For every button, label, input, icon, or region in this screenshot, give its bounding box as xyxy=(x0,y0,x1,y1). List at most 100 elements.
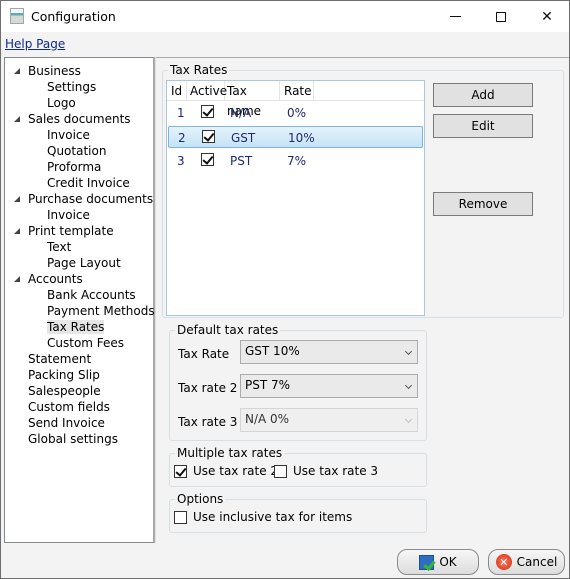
tree-item-label: Salespeople xyxy=(28,384,101,398)
tree-item[interactable]: Print template xyxy=(14,223,114,239)
tree-item-label: Statement xyxy=(28,352,92,366)
inclusive-tax-label[interactable]: Use inclusive tax for items xyxy=(193,509,352,525)
settings-tree: Business Settings Logo Sales documents Invoi… xyxy=(4,57,155,543)
row-tax-name: N/A xyxy=(230,106,252,120)
cancel-x-icon: ✕ xyxy=(495,554,512,570)
use-tax-rate-2-label[interactable]: Use tax rate 2 xyxy=(193,463,278,479)
row-active-checkbox[interactable] xyxy=(201,153,214,166)
use-tax-rate-3-label[interactable]: Use tax rate 3 xyxy=(293,463,378,479)
tree-item[interactable]: Custom fields xyxy=(28,399,110,415)
tax-rates-list[interactable]: Id Active Tax name Rate 1 N/A 0% 2 GST 10% 3 PS… xyxy=(166,80,425,316)
column-header-id[interactable]: Id xyxy=(167,81,187,101)
tree-item[interactable]: Accounts xyxy=(14,271,83,287)
minimize-button[interactable] xyxy=(432,1,478,32)
row-id: 3 xyxy=(177,154,185,168)
expand-triangle-icon[interactable] xyxy=(14,196,20,202)
table-row[interactable]: 3 PST 7% xyxy=(168,150,423,172)
tax-rate-3-value: N/A 0% xyxy=(245,412,290,426)
ok-button[interactable]: OK xyxy=(397,549,479,575)
use-tax-rate-3-checkbox[interactable] xyxy=(274,465,287,478)
add-button[interactable]: Add xyxy=(433,83,533,107)
tax-rate-value: GST 10% xyxy=(245,344,300,358)
expand-triangle-icon[interactable] xyxy=(14,68,20,74)
tree-item[interactable]: Packing Slip xyxy=(28,367,100,383)
tree-item[interactable]: Invoice xyxy=(47,207,90,223)
tree-item[interactable]: Tax Rates xyxy=(47,319,105,335)
tree-item[interactable]: Invoice xyxy=(47,127,90,143)
inclusive-tax-checkbox[interactable] xyxy=(174,511,187,524)
tree-item-label: Print template xyxy=(28,224,114,238)
tree-item[interactable]: Settings xyxy=(47,79,96,95)
tree-item-label: Business xyxy=(28,64,81,78)
tree-item-label: Custom fields xyxy=(28,400,110,414)
tax-rate-2-value: PST 7% xyxy=(245,378,291,392)
use-tax-rate-2-checkbox[interactable] xyxy=(174,465,187,478)
tree-item-label: Credit Invoice xyxy=(47,176,130,190)
tree-item[interactable]: Proforma xyxy=(47,159,101,175)
minimize-icon xyxy=(449,16,461,17)
row-id: 2 xyxy=(178,131,186,145)
expand-triangle-icon[interactable] xyxy=(14,228,20,234)
tree-item[interactable]: Bank Accounts xyxy=(47,287,136,303)
tree-item-label: Payment Methods xyxy=(47,304,155,318)
tree-item[interactable]: Credit Invoice xyxy=(47,175,130,191)
document-icon xyxy=(10,8,24,24)
tree-item-label: Accounts xyxy=(28,272,83,286)
tree-item[interactable]: Purchase documents xyxy=(14,191,154,207)
tax-rate-2-label: Tax rate 2 xyxy=(178,381,238,395)
tree-item-label: Send Invoice xyxy=(28,416,105,430)
options-title: Options xyxy=(175,492,226,506)
tree-item[interactable]: Send Invoice xyxy=(28,415,105,431)
help-page-link[interactable]: Help Page xyxy=(5,37,65,51)
column-header-tax-name[interactable]: Tax name xyxy=(225,81,280,118)
column-header-active[interactable]: Active xyxy=(187,81,227,101)
tax-rate-2-select[interactable]: PST 7% xyxy=(240,374,418,398)
tree-item[interactable]: Salespeople xyxy=(28,383,101,399)
tree-item-label: Settings xyxy=(47,80,97,94)
cancel-button[interactable]: ✕ Cancel xyxy=(488,549,565,575)
chevron-down-icon xyxy=(404,415,413,424)
row-active-checkbox[interactable] xyxy=(201,105,214,118)
tree-item-label: Bank Accounts xyxy=(47,288,136,302)
save-check-icon xyxy=(419,554,435,570)
close-button[interactable]: ✕ xyxy=(524,1,570,32)
title-bar: Configuration ✕ xyxy=(1,1,569,32)
tree-item-label: Tax Rates xyxy=(47,320,105,334)
tree-item-label: Packing Slip xyxy=(28,368,100,382)
maximize-button[interactable] xyxy=(478,1,524,32)
tree-item[interactable]: Quotation xyxy=(47,143,106,159)
tax-rate-select[interactable]: GST 10% xyxy=(240,340,418,364)
expand-triangle-icon[interactable] xyxy=(14,116,20,122)
multiple-tax-rates-title: Multiple tax rates xyxy=(175,446,285,460)
edit-button[interactable]: Edit xyxy=(433,114,533,138)
tree-item-label: Quotation xyxy=(47,144,107,158)
ok-label: OK xyxy=(439,555,457,569)
list-header: Id Active Tax name Rate xyxy=(167,81,424,118)
tree-item-label: Custom Fees xyxy=(47,336,125,350)
tree-item-label: Page Layout xyxy=(47,256,121,270)
window-title: Configuration xyxy=(31,9,116,24)
table-row[interactable]: 2 GST 10% xyxy=(168,126,423,148)
column-header-rate[interactable]: Rate xyxy=(280,81,314,101)
tax-rates-panel: Tax Rates Id Active Tax name Rate 1 N/A 0%… xyxy=(156,57,569,543)
chevron-down-icon xyxy=(404,381,413,390)
remove-button[interactable]: Remove xyxy=(433,192,533,216)
tree-item[interactable]: Global settings xyxy=(28,431,118,447)
tree-item-label: Text xyxy=(47,240,72,254)
tree-item[interactable]: Custom Fees xyxy=(47,335,124,351)
row-active-checkbox[interactable] xyxy=(202,130,215,143)
tree-item-label: Sales documents xyxy=(28,112,131,126)
tree-item[interactable]: Sales documents xyxy=(14,111,131,127)
expand-triangle-icon[interactable] xyxy=(14,276,20,282)
tree-item[interactable]: Business xyxy=(14,63,81,79)
tree-item[interactable]: Text xyxy=(47,239,71,255)
tree-item[interactable]: Logo xyxy=(47,95,76,111)
tax-rate-3-label: Tax rate 3 xyxy=(178,415,238,429)
tree-item-label: Invoice xyxy=(47,208,90,222)
table-row[interactable]: 1 N/A 0% xyxy=(168,102,423,124)
tree-item[interactable]: Page Layout xyxy=(47,255,121,271)
tree-item[interactable]: Payment Methods xyxy=(47,303,155,319)
tree-item[interactable]: Statement xyxy=(28,351,91,367)
tree-item-label: Purchase documents xyxy=(28,192,154,206)
tax-rates-group-title: Tax Rates xyxy=(168,63,230,77)
